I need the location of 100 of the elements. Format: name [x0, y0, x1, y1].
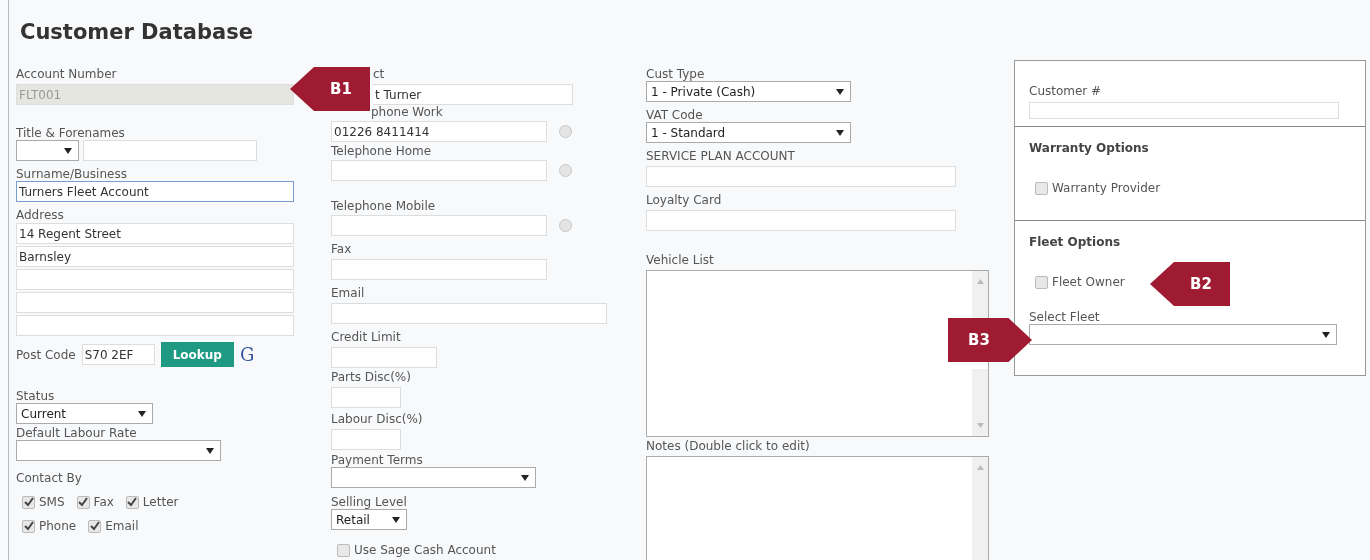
input-field[interactable] — [16, 315, 294, 336]
input-field[interactable] — [331, 429, 401, 450]
input-field[interactable] — [646, 166, 956, 187]
field-label: Contact By — [16, 472, 82, 485]
input-field[interactable]: t Turner — [373, 84, 573, 105]
field-label: Email — [331, 287, 365, 300]
input-field[interactable] — [331, 160, 547, 181]
caret-icon — [392, 516, 400, 523]
field-label: Selling Level — [331, 496, 407, 509]
checkbox[interactable] — [1035, 181, 1048, 195]
field-label: VAT Code — [646, 109, 703, 122]
field-label: Post Code — [16, 347, 76, 362]
field-label: Fax — [331, 243, 352, 256]
checkbox[interactable] — [337, 543, 350, 557]
input-field[interactable] — [331, 347, 437, 368]
checkbox-label: Fleet Owner — [1052, 275, 1125, 289]
checkbox-label: Use Sage Cash Account — [354, 543, 496, 557]
caret-icon — [206, 447, 214, 454]
radio-button[interactable] — [559, 164, 572, 177]
field-label: Payment Terms — [331, 454, 423, 467]
dropdown[interactable]: 1 - Standard — [646, 122, 851, 143]
page-title: Customer Database — [19, 19, 254, 46]
checkbox-label: Letter — [142, 495, 179, 509]
scroll-up-icon — [976, 279, 984, 284]
field-label: Title & Forenames — [16, 127, 125, 140]
input-field[interactable]: S70 2EF — [81, 344, 155, 365]
link[interactable]: G — [239, 345, 255, 364]
field-label: Surname/Business — [16, 168, 127, 181]
checkbox[interactable] — [22, 519, 35, 533]
field-label: Select Fleet — [1029, 311, 1100, 324]
field-label: Default Labour Rate — [16, 427, 137, 440]
scroll-up-icon — [976, 465, 984, 470]
checkbox-label: SMS — [39, 495, 65, 509]
check-icon — [23, 521, 34, 531]
field-label: SERVICE PLAN ACCOUNT — [646, 150, 795, 163]
checkbox-label: Phone — [39, 519, 77, 533]
radio-button[interactable] — [559, 125, 572, 138]
field-label: Status — [16, 390, 55, 403]
field-label: Credit Limit — [331, 331, 401, 344]
caret-icon — [836, 88, 844, 95]
dropdown[interactable]: 1 - Private (Cash) — [646, 81, 851, 102]
section-heading: Warranty Options — [1029, 141, 1149, 155]
caret-icon — [836, 129, 844, 136]
input-field[interactable] — [83, 140, 257, 161]
field-label: Account Number — [16, 68, 117, 81]
dropdown[interactable] — [331, 467, 536, 488]
caret-icon — [64, 147, 72, 154]
checkbox[interactable] — [76, 495, 90, 509]
lookup-button[interactable]: Lookup — [160, 342, 234, 367]
caret-icon — [138, 410, 146, 417]
section-heading: Fleet Options — [1029, 235, 1121, 249]
field-label: Cust Type — [646, 68, 705, 81]
list-box[interactable] — [646, 270, 989, 437]
check-icon — [89, 521, 100, 531]
checkbox-label: Fax — [93, 495, 114, 509]
field-label: Notes (Double click to edit) — [646, 440, 810, 453]
checkbox[interactable] — [1035, 275, 1048, 289]
input-field[interactable] — [1029, 102, 1339, 119]
field-label: Vehicle List — [646, 254, 714, 267]
input-field[interactable] — [16, 292, 294, 313]
input-field[interactable]: 14 Regent Street — [16, 223, 294, 244]
input-field[interactable]: Barnsley — [16, 246, 294, 267]
field-label: Customer # — [1029, 85, 1102, 98]
dropdown[interactable]: Current — [16, 403, 153, 424]
input-field[interactable] — [646, 210, 956, 231]
radio-button[interactable] — [559, 219, 572, 232]
checkbox[interactable] — [125, 495, 139, 509]
field-label: ct — [373, 68, 385, 81]
input-field[interactable] — [331, 215, 547, 236]
caret-icon — [521, 474, 529, 481]
field-label: Telephone Mobile — [331, 200, 436, 213]
input-field[interactable] — [331, 387, 401, 408]
dropdown[interactable] — [1029, 324, 1337, 345]
scrollbar[interactable] — [972, 369, 988, 436]
check-icon — [127, 497, 138, 507]
input-field[interactable] — [331, 259, 547, 280]
field-label: Telephone Home — [331, 145, 432, 158]
check-icon — [23, 497, 34, 507]
callout-tag: B1 — [290, 67, 370, 111]
scrollbar[interactable] — [972, 271, 988, 321]
field-label: Loyalty Card — [646, 194, 722, 207]
field-label: Labour Disc(%) — [331, 413, 423, 426]
input-field[interactable] — [16, 269, 294, 290]
checkbox[interactable] — [88, 519, 102, 533]
field-label: Parts Disc(%) — [331, 371, 411, 384]
dropdown[interactable] — [16, 440, 221, 461]
scroll-down-icon — [976, 423, 984, 428]
field-label: Address — [16, 209, 64, 222]
caret-icon — [1322, 331, 1330, 338]
input-field[interactable]: Turners Fleet Account — [16, 181, 294, 202]
checkbox-label: Email — [105, 519, 139, 533]
input-field[interactable]: 01226 8411414 — [331, 121, 547, 142]
field-label: phone Work — [371, 106, 443, 119]
checkbox-label: Warranty Provider — [1052, 181, 1161, 195]
check-icon — [78, 497, 89, 507]
title-dropdown[interactable] — [16, 140, 79, 161]
scrollbar[interactable] — [972, 457, 988, 560]
dropdown[interactable]: Retail — [331, 509, 407, 530]
checkbox[interactable] — [22, 495, 35, 509]
input-field[interactable] — [331, 303, 607, 324]
